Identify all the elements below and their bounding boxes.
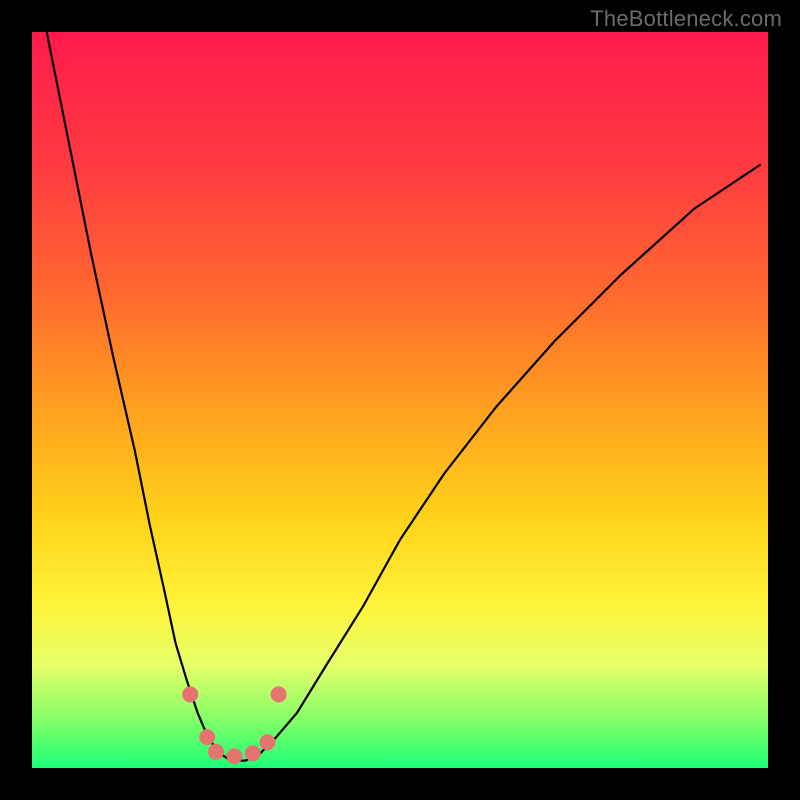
bottleneck-curve — [47, 32, 761, 761]
curve-marker — [271, 686, 287, 702]
watermark-text: TheBottleneck.com — [590, 6, 782, 32]
curve-marker — [199, 729, 215, 745]
curve-marker — [260, 734, 276, 750]
curve-markers — [182, 686, 286, 764]
curve-marker — [208, 744, 224, 760]
curve-marker — [182, 686, 198, 702]
chart-frame: TheBottleneck.com — [0, 0, 800, 800]
curve-svg — [32, 32, 768, 768]
plot-area — [32, 32, 768, 768]
curve-marker — [245, 745, 261, 761]
curve-marker — [226, 748, 242, 764]
